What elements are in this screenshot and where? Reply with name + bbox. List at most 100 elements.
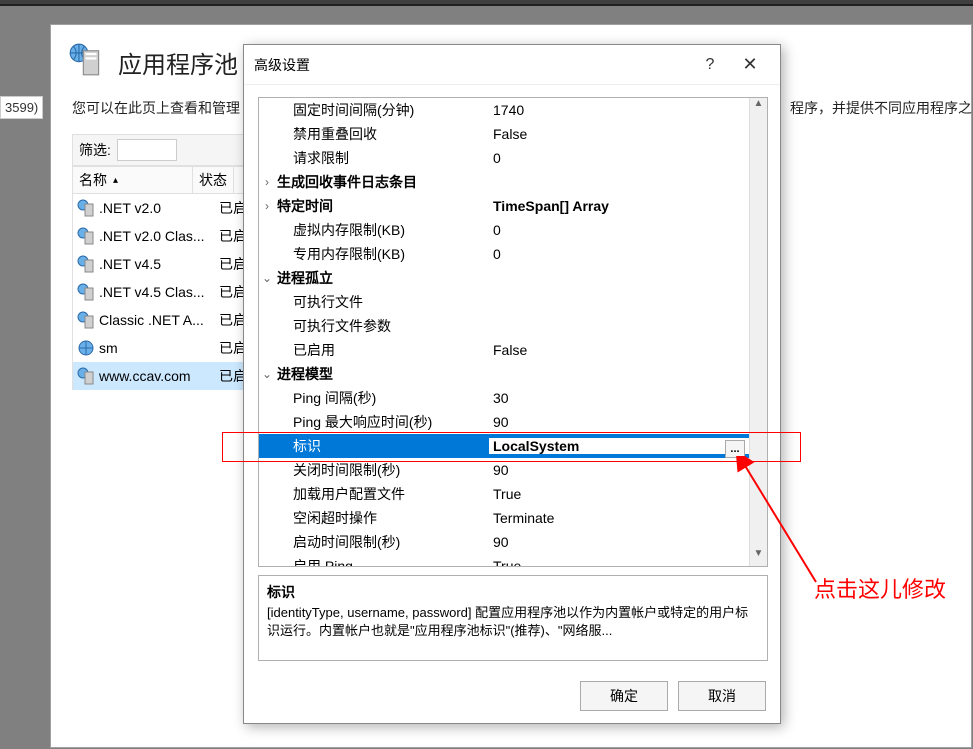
pool-icon (77, 227, 95, 245)
dialog-title: 高级设置 (254, 55, 690, 75)
pool-icon (77, 199, 95, 217)
pool-icon (77, 255, 95, 273)
property-value: 0 (489, 150, 749, 166)
property-value: False (489, 126, 749, 142)
property-row[interactable]: 空闲超时操作Terminate (259, 506, 749, 530)
column-name[interactable]: 名称▴ (73, 167, 193, 193)
scroll-down-icon[interactable]: ▼ (750, 548, 767, 566)
property-row[interactable]: 固定时间间隔(分钟)1740 (259, 98, 749, 122)
property-value: True (489, 486, 749, 502)
annotation-text: 点击这儿修改 (814, 573, 946, 606)
property-row[interactable]: 专用内存限制(KB)0 (259, 242, 749, 266)
property-value: Terminate (489, 510, 749, 526)
ellipsis-button[interactable]: ... (725, 440, 745, 458)
property-row[interactable]: Ping 最大响应时间(秒)90 (259, 410, 749, 434)
property-key: 进程模型 (275, 364, 489, 384)
property-row[interactable]: ›生成回收事件日志条目 (259, 170, 749, 194)
property-description-name: 标识 (267, 582, 759, 602)
property-value: 90 (489, 462, 749, 478)
property-row[interactable]: Ping 间隔(秒)30 (259, 386, 749, 410)
property-row[interactable]: 请求限制0 (259, 146, 749, 170)
pool-icon (77, 339, 95, 357)
pool-icon (77, 311, 95, 329)
property-key: 加载用户配置文件 (275, 484, 489, 504)
pool-name: www.ccav.com (99, 368, 219, 384)
property-value: False (489, 342, 749, 358)
filter-label: 筛选: (79, 140, 111, 160)
property-key: 禁用重叠回收 (275, 124, 489, 144)
property-value: 0 (489, 246, 749, 262)
advanced-settings-dialog: 高级设置 ? ✕ 固定时间间隔(分钟)1740禁用重叠回收False请求限制0›… (243, 44, 781, 724)
property-description-text: [identityType, username, password] 配置应用程… (267, 604, 759, 640)
property-key: 可执行文件参数 (275, 316, 489, 336)
property-key: Ping 间隔(秒) (275, 388, 489, 408)
property-key: 专用内存限制(KB) (275, 244, 489, 264)
left-truncated-label: 3599) (0, 96, 43, 119)
filter-input[interactable] (117, 139, 177, 161)
page-title: 应用程序池 (118, 45, 238, 80)
property-key: 特定时间 (275, 196, 489, 216)
pool-icon (77, 283, 95, 301)
property-row[interactable]: 已启用False (259, 338, 749, 362)
property-value: True (489, 558, 749, 567)
property-key: Ping 最大响应时间(秒) (275, 412, 489, 432)
property-key: 已启用 (275, 340, 489, 360)
pool-name: .NET v4.5 (99, 256, 219, 272)
property-value: 30 (489, 390, 749, 406)
property-key: 启用 Ping (275, 556, 489, 567)
property-row[interactable]: ⌄进程模型 (259, 362, 749, 386)
pool-name: .NET v2.0 Clas... (99, 228, 219, 244)
column-state[interactable]: 状态 (193, 167, 234, 193)
property-grid[interactable]: 固定时间间隔(分钟)1740禁用重叠回收False请求限制0›生成回收事件日志条… (258, 97, 768, 567)
property-value: 1740 (489, 102, 749, 118)
property-row[interactable]: ›特定时间TimeSpan[] Array (259, 194, 749, 218)
property-description-box: 标识 [identityType, username, password] 配置… (258, 575, 768, 661)
page-description-right: 程序，并提供不同应用程序之 (790, 98, 972, 118)
property-value: LocalSystem... (489, 438, 749, 454)
pool-icon (77, 367, 95, 385)
property-row[interactable]: 启用 PingTrue (259, 554, 749, 567)
property-row[interactable]: 可执行文件 (259, 290, 749, 314)
property-key: 进程孤立 (275, 268, 489, 288)
expand-icon[interactable]: ⌄ (259, 367, 275, 381)
expand-icon[interactable]: ⌄ (259, 271, 275, 285)
property-key: 虚拟内存限制(KB) (275, 220, 489, 240)
property-row[interactable]: 标识LocalSystem... (259, 434, 749, 458)
property-value: TimeSpan[] Array (489, 198, 749, 214)
property-key: 关闭时间限制(秒) (275, 460, 489, 480)
property-row[interactable]: 禁用重叠回收False (259, 122, 749, 146)
property-row[interactable]: 启动时间限制(秒)90 (259, 530, 749, 554)
property-row[interactable]: ⌄进程孤立 (259, 266, 749, 290)
property-key: 空闲超时操作 (275, 508, 489, 528)
property-key: 启动时间限制(秒) (275, 532, 489, 552)
property-row[interactable]: 虚拟内存限制(KB)0 (259, 218, 749, 242)
scrollbar[interactable]: ▲ ▼ (749, 98, 767, 566)
property-value: 0 (489, 222, 749, 238)
property-row[interactable]: 加载用户配置文件True (259, 482, 749, 506)
property-key: 可执行文件 (275, 292, 489, 312)
dialog-titlebar[interactable]: 高级设置 ? ✕ (244, 45, 780, 85)
property-key: 请求限制 (275, 148, 489, 168)
property-key: 生成回收事件日志条目 (275, 172, 489, 192)
top-frame-bar (0, 0, 973, 6)
expand-icon[interactable]: › (259, 175, 275, 189)
close-button[interactable]: ✕ (730, 54, 770, 75)
pool-name: .NET v2.0 (99, 200, 219, 216)
pool-name: .NET v4.5 Clas... (99, 284, 219, 300)
property-value: 90 (489, 534, 749, 550)
ok-button[interactable]: 确定 (580, 681, 668, 711)
cancel-button[interactable]: 取消 (678, 681, 766, 711)
page-description-left: 您可以在此页上查看和管理 (72, 98, 240, 118)
sort-asc-icon: ▴ (113, 175, 118, 186)
property-key: 固定时间间隔(分钟) (275, 100, 489, 120)
pool-name: sm (99, 340, 219, 356)
scroll-up-icon[interactable]: ▲ (750, 98, 767, 116)
property-key: 标识 (275, 436, 489, 456)
property-row[interactable]: 可执行文件参数 (259, 314, 749, 338)
help-button[interactable]: ? (690, 56, 730, 74)
expand-icon[interactable]: › (259, 199, 275, 213)
property-value: 90 (489, 414, 749, 430)
app-pool-icon (68, 42, 103, 77)
property-row[interactable]: 关闭时间限制(秒)90 (259, 458, 749, 482)
pool-name: Classic .NET A... (99, 312, 219, 328)
